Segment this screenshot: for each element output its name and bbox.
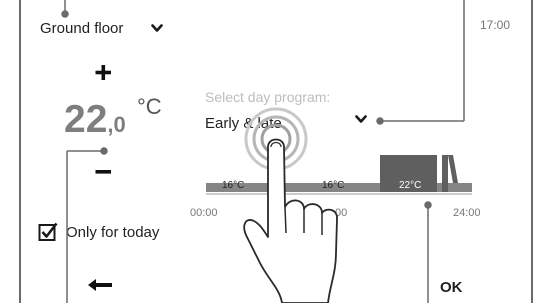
program-hint: Select day program: (205, 89, 331, 105)
only-for-today-checkbox[interactable]: Only for today (38, 222, 159, 242)
segment-temp-label: 16°C (322, 180, 344, 191)
selected-program: Early & late (205, 114, 282, 132)
clock-time: 17:00 (480, 18, 511, 32)
temperature-unit: °C (137, 94, 162, 119)
axis-end-label: 24:00 (453, 207, 481, 219)
axis-middle-label: 00 (335, 207, 347, 219)
room-label: Ground floor (40, 19, 124, 37)
schedule-timeline[interactable]: 16°C 16°C 22°C 00:00 00 24:00 (190, 145, 490, 225)
temperature-integer: 22 (64, 98, 108, 141)
plus-icon (95, 65, 111, 80)
ok-button[interactable]: OK (440, 279, 463, 296)
segment-temp-label: 16°C (222, 180, 244, 191)
axis-start-label: 00:00 (190, 207, 218, 219)
day-program-dropdown[interactable]: Early & late (205, 112, 385, 134)
checkbox-icon (38, 222, 58, 241)
segment-temp-label: 22°C (399, 180, 421, 191)
room-dropdown[interactable]: Ground floor (40, 15, 164, 41)
back-button[interactable] (85, 276, 119, 296)
target-temperature: 22,0 (64, 98, 126, 142)
chevron-down-icon (151, 23, 164, 32)
increase-temperature-button[interactable] (88, 58, 118, 88)
temperature-decimal: ,0 (107, 112, 126, 137)
schedule-segment-high-edge (442, 155, 448, 192)
schedule-segment-high-ramp (448, 155, 458, 183)
only-for-today-label: Only for today (66, 223, 160, 241)
decrease-temperature-button[interactable] (88, 160, 118, 184)
chevron-down-icon (355, 115, 367, 123)
minus-icon (95, 170, 111, 174)
back-arrow-icon (88, 279, 112, 291)
